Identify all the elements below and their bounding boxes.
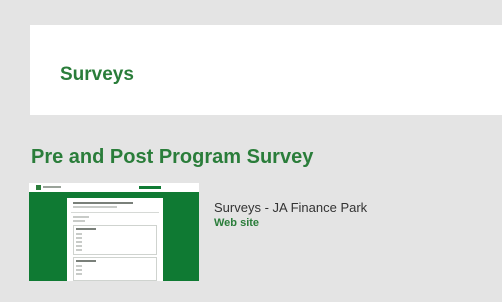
resource-title-link[interactable]: Surveys - JA Finance Park — [214, 200, 367, 215]
surveys-header-card: Surveys — [30, 25, 502, 115]
resource-thumbnail[interactable] — [29, 183, 199, 281]
thumbnail-page-content — [67, 198, 163, 281]
resource-type-label: Web site — [214, 217, 260, 229]
page-title: Surveys — [60, 64, 134, 85]
section-heading: Pre and Post Program Survey — [31, 146, 314, 168]
thumbnail-nav-button — [139, 186, 161, 189]
thumbnail-logo-icon — [36, 185, 41, 190]
thumbnail-logo-text — [43, 186, 61, 188]
